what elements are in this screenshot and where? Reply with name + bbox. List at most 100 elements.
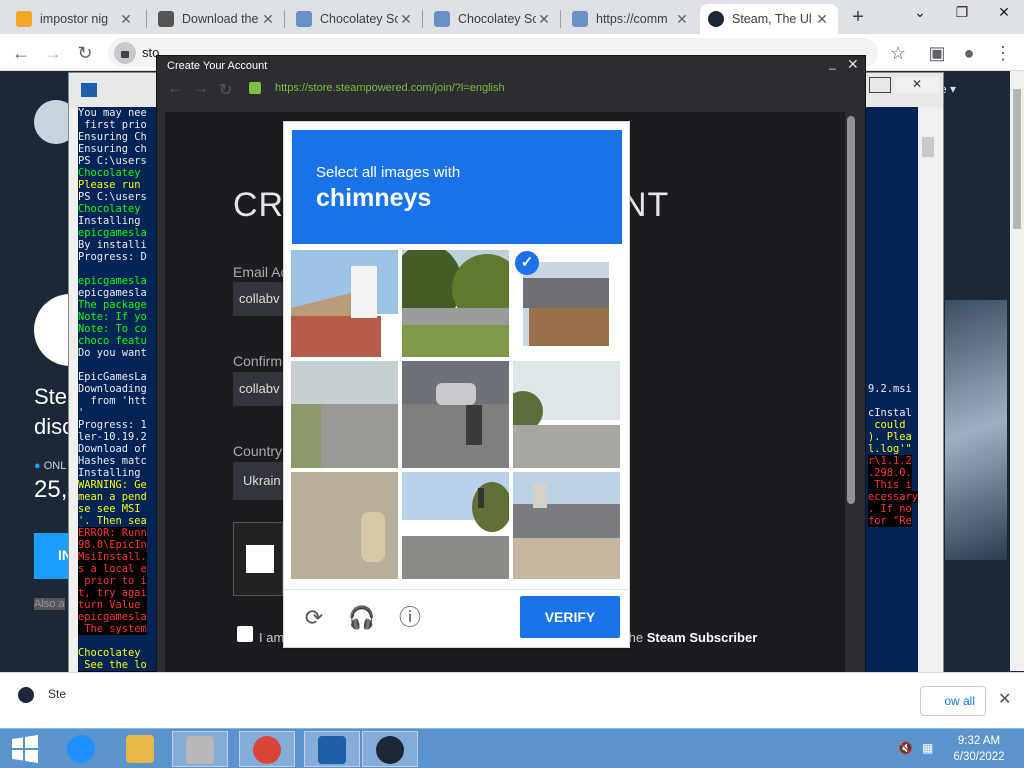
forward-icon[interactable]: → xyxy=(193,80,209,98)
taskbar-steam[interactable] xyxy=(362,731,418,767)
verify-button[interactable]: VERIFY xyxy=(520,596,620,638)
console-scrollbar[interactable] xyxy=(919,107,937,707)
console-line: . If no xyxy=(868,503,912,515)
back-icon[interactable]: ← xyxy=(167,80,183,98)
sidepanel-icon[interactable]: ▣ xyxy=(924,40,950,66)
tab-5[interactable]: Steam, The Ul ✕ xyxy=(700,4,838,34)
recaptcha-checkbox[interactable] xyxy=(246,545,274,573)
close-icon[interactable]: ✕ xyxy=(847,56,859,73)
restore-icon[interactable]: ❐ xyxy=(942,0,982,30)
online-text: ONL xyxy=(43,460,67,472)
profile-icon[interactable]: ● xyxy=(956,40,982,66)
browser-tabstrip: impostor nig ✕ Download the ✕ Chocolatey… xyxy=(0,0,1024,34)
minimize-icon[interactable]: _ xyxy=(829,56,836,70)
tab-1[interactable]: Download the ✕ xyxy=(150,4,284,34)
powershell-icon xyxy=(318,736,346,764)
tab-close-icon[interactable]: ✕ xyxy=(398,11,414,28)
captcha-tile[interactable] xyxy=(402,361,509,468)
menu-icon[interactable]: ⋮ xyxy=(990,40,1016,66)
page-scrollbar[interactable] xyxy=(1010,71,1024,671)
clock-date: 6/30/2022 xyxy=(953,751,1005,763)
reload-icon[interactable]: ↻ xyxy=(72,40,98,66)
forward-icon[interactable]: → xyxy=(40,40,66,66)
tab-title: https://comm xyxy=(596,12,668,26)
captcha-tile[interactable] xyxy=(291,472,398,579)
console-line: cInstal xyxy=(868,407,912,419)
steam-icon xyxy=(18,687,34,703)
console-line: s a local e xyxy=(78,563,147,575)
console-line: could xyxy=(868,419,906,431)
captcha-tile[interactable] xyxy=(291,361,398,468)
agree-subscriber-link[interactable]: Steam Subscriber xyxy=(647,630,758,645)
audio-icon[interactable]: 🎧 xyxy=(348,604,376,632)
network-icon[interactable]: ▦ xyxy=(922,741,936,755)
powershell-icon xyxy=(81,83,97,97)
agree-checkbox[interactable] xyxy=(237,626,253,642)
maximize-icon[interactable] xyxy=(869,77,891,93)
console-line: epicgamesla xyxy=(78,611,147,623)
show-all-button[interactable]: ow all xyxy=(920,686,986,716)
close-icon[interactable]: ✕ xyxy=(998,689,1011,709)
lock-icon xyxy=(249,82,261,94)
tab-close-icon[interactable]: ✕ xyxy=(536,11,552,28)
explorer-icon xyxy=(126,735,154,763)
scrollbar-thumb[interactable] xyxy=(922,137,934,157)
reload-icon[interactable]: ⟳ xyxy=(300,604,328,632)
captcha-tile-selected[interactable]: ✓ xyxy=(513,250,620,357)
window-navbar xyxy=(157,76,865,104)
taskbar: 🔇 ▦ 9:32 AM 6/30/2022 xyxy=(0,728,1024,768)
download-item-label: Ste xyxy=(48,687,67,702)
taskbar-explorer[interactable] xyxy=(113,731,169,767)
close-icon[interactable]: ✕ xyxy=(984,0,1024,30)
download-item[interactable]: Ste xyxy=(18,687,66,703)
reload-icon[interactable]: ↻ xyxy=(219,80,232,100)
console-line: ecessary xyxy=(868,491,918,503)
tab-close-icon[interactable]: ✕ xyxy=(260,11,276,28)
tab-close-icon[interactable]: ✕ xyxy=(674,11,690,28)
tab-separator xyxy=(284,10,285,28)
scrollbar-thumb[interactable] xyxy=(847,116,855,504)
console-line: .298.0. xyxy=(868,467,912,479)
info-icon[interactable]: ⓘ xyxy=(396,604,424,632)
console-line: This i xyxy=(868,479,912,491)
captcha-tile[interactable] xyxy=(513,472,620,579)
windows-icon xyxy=(12,735,38,763)
taskbar-powershell[interactable] xyxy=(304,731,360,767)
file-icon xyxy=(186,736,214,764)
tab-close-icon[interactable]: ✕ xyxy=(118,11,134,28)
chocolatey-icon xyxy=(434,11,450,27)
agree-label-end: the Steam Subscriber xyxy=(625,630,757,645)
taskbar-file[interactable] xyxy=(172,731,228,767)
console-line: prior to i xyxy=(78,575,147,587)
taskbar-chrome[interactable] xyxy=(239,731,295,767)
volume-muted-icon[interactable]: 🔇 xyxy=(898,741,913,755)
clock[interactable]: 9:32 AM 6/30/2022 xyxy=(944,733,1014,765)
tab-4[interactable]: https://comm ✕ xyxy=(564,4,698,34)
download-bar: Ste ow all ✕ xyxy=(0,672,1024,728)
tab-2[interactable]: Chocolatey Sc ✕ xyxy=(288,4,422,34)
online-label: ● ONL xyxy=(34,460,67,472)
captcha-tile[interactable] xyxy=(402,472,509,579)
back-icon[interactable]: ← xyxy=(8,40,34,66)
captcha-header: Select all images with chimneys xyxy=(292,130,622,244)
new-tab-button[interactable]: + xyxy=(846,6,870,30)
lock-icon[interactable] xyxy=(114,42,136,64)
tab-0[interactable]: impostor nig ✕ xyxy=(8,4,142,34)
console-line: for "Re xyxy=(868,515,912,527)
captcha-tile[interactable] xyxy=(402,250,509,357)
close-icon[interactable]: ✕ xyxy=(895,77,939,93)
window-scrollbar[interactable] xyxy=(845,112,857,672)
start-button[interactable] xyxy=(10,735,40,763)
tab-3[interactable]: Chocolatey Sc ✕ xyxy=(426,4,560,34)
bookmark-star-icon[interactable]: ☆ xyxy=(885,40,911,66)
taskbar-ie[interactable] xyxy=(54,731,110,767)
captcha-tile[interactable] xyxy=(291,250,398,357)
recaptcha-widget xyxy=(233,522,283,596)
console-lines-right: 9.2.msi cInstal could). Plea l.log'" r\1.1.… xyxy=(868,107,918,707)
captcha-tile[interactable] xyxy=(513,361,620,468)
tab-close-icon[interactable]: ✕ xyxy=(814,11,830,28)
scrollbar-thumb[interactable] xyxy=(1013,89,1021,229)
selected-check-icon: ✓ xyxy=(515,251,539,275)
minimize-icon[interactable]: ⌄ xyxy=(900,0,940,30)
